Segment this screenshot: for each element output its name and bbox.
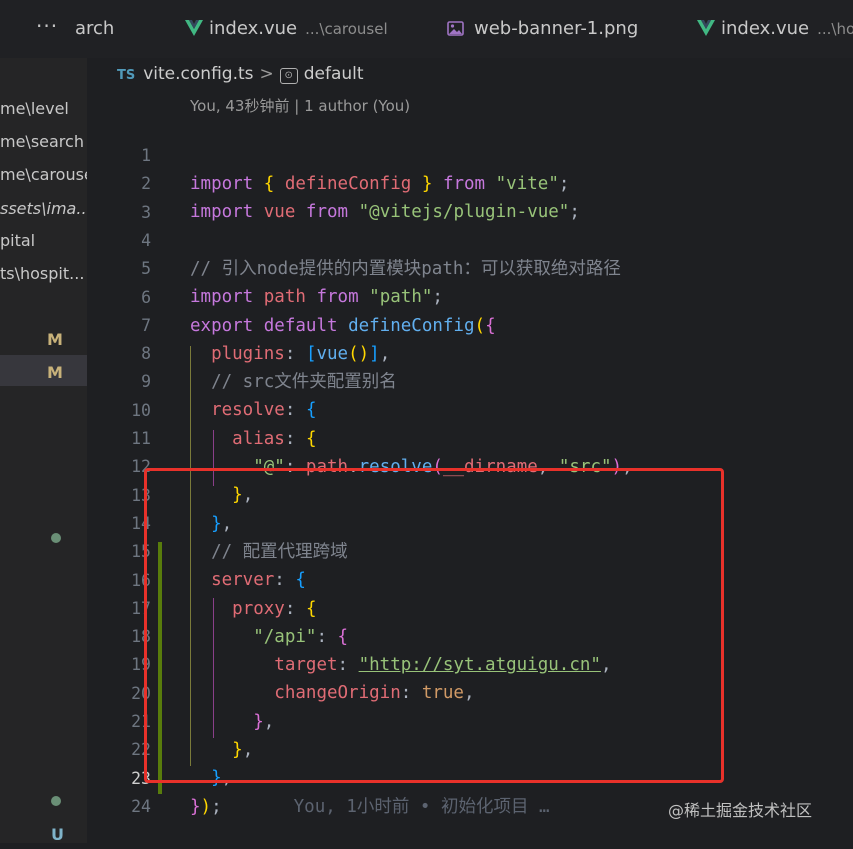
- explorer-item[interactable]: ssets\ima...: [0, 199, 87, 218]
- tab-carousel-index-vue[interactable]: index.vue ...\carousel: [185, 18, 388, 48]
- modified-badge: M: [47, 330, 63, 349]
- breadcrumb-symbol[interactable]: default: [304, 64, 364, 84]
- code-line: 17 "/api": {: [87, 567, 348, 647]
- breadcrumb: TS vite.config.ts > ⊙ default: [117, 64, 364, 84]
- code-line: 23 }); You, 1小时前 • 初始化项目 …: [87, 737, 549, 817]
- tab-label: arch: [75, 18, 115, 39]
- code-line: 13 },: [87, 454, 232, 534]
- code-line: 24: [87, 765, 151, 816]
- code-line: 1 import { defineConfig } from "vite";: [87, 114, 569, 194]
- code-line: 19 changeOrigin: true,: [87, 623, 474, 703]
- code-line: 9 resolve: {: [87, 340, 316, 420]
- code-line: 5 import path from "path";: [87, 227, 443, 307]
- typescript-file-icon: TS: [117, 68, 136, 83]
- tab-path: ...\carousel: [305, 20, 388, 38]
- inline-git-blame[interactable]: You, 1小时前 • 初始化项目 …: [294, 797, 550, 817]
- code-line: 7 plugins: [vue()],: [87, 284, 390, 364]
- breadcrumb-separator: >: [259, 64, 274, 84]
- tab-label: index.vue: [209, 18, 298, 39]
- code-line: 21 },: [87, 680, 253, 760]
- watermark: @稀土掘金技术社区: [668, 801, 813, 820]
- vue-icon: [185, 20, 203, 36]
- explorer-item[interactable]: pital: [0, 231, 35, 250]
- tab-path: ...\hos: [817, 20, 853, 38]
- code-line: 14 // 配置代理跨域: [87, 482, 348, 562]
- code-line: 2 import vue from "@vitejs/plugin-vue";: [87, 142, 580, 222]
- explorer-item[interactable]: ts\hospit...: [0, 264, 84, 283]
- code-line: 16 proxy: {: [87, 539, 316, 619]
- code-line: 3: [87, 171, 151, 222]
- tab-label: index.vue: [721, 18, 810, 39]
- code-line: 15 server: {: [87, 510, 306, 590]
- code-line: 6 export default defineConfig({: [87, 256, 496, 336]
- line-number: 24: [131, 796, 151, 816]
- vue-icon: [697, 20, 715, 36]
- breadcrumb-file[interactable]: vite.config.ts: [143, 64, 253, 84]
- code-line: 22 },: [87, 708, 232, 788]
- tab-web-banner-png[interactable]: web-banner-1.png: [447, 18, 638, 48]
- image-icon: [447, 21, 464, 36]
- explorer-item[interactable]: me\search: [0, 132, 84, 151]
- code-line: 20 },: [87, 652, 274, 732]
- code-line: 8 // src文件夹配置别名: [87, 312, 397, 392]
- highlight-annotation-box: [144, 468, 724, 783]
- tab-search[interactable]: arch: [75, 18, 114, 48]
- selected-row-highlight: [0, 355, 87, 386]
- code-line: 4 // 引入node提供的内置模块path：可以获取绝对路径: [87, 199, 621, 279]
- changes-dot-icon: [51, 796, 61, 806]
- explorer-item[interactable]: me\level: [0, 99, 69, 118]
- changes-dot-icon: [51, 533, 61, 543]
- code-line: 12 },: [87, 425, 253, 505]
- explorer-sidebar: me\level me\search me\carousel ssets\ima…: [0, 58, 87, 843]
- code-line: 11 "@": path.resolve(__dirname, "src"),: [87, 397, 633, 477]
- tab-label: web-banner-1.png: [474, 18, 639, 39]
- more-actions-icon[interactable]: ···: [36, 14, 58, 38]
- modified-badge: M: [47, 363, 63, 382]
- code-line: 10 alias: {: [87, 369, 316, 449]
- untracked-badge: U: [51, 825, 64, 843]
- git-codelens[interactable]: You, 43秒钟前 | 1 author (You): [190, 95, 410, 116]
- tab-hospital-index-vue[interactable]: index.vue ...\hos: [697, 18, 853, 48]
- explorer-item[interactable]: me\carousel: [0, 165, 87, 184]
- code-line: 18 target: "http://syt.atguigu.cn",: [87, 595, 611, 675]
- editor-tab-bar: ··· arch index.vue ...\carousel web-banne…: [0, 0, 853, 58]
- symbol-variable-icon: ⊙: [279, 68, 298, 84]
